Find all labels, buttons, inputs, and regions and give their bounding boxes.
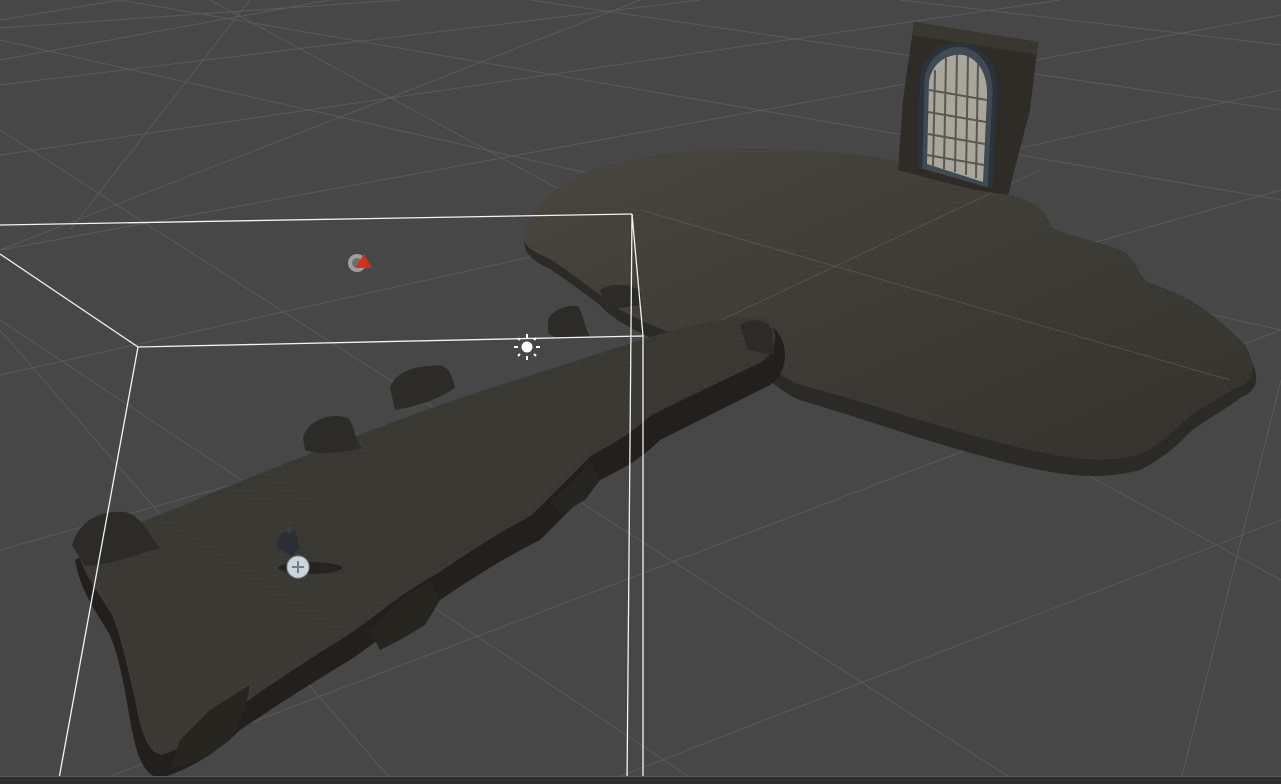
scene-canvas[interactable] [0,0,1281,784]
camera-gizmo-icon[interactable] [348,254,372,272]
viewport-bottom-border [0,776,1281,784]
stone-walkway[interactable] [72,284,785,778]
portcullis-doorway[interactable] [898,22,1038,195]
scene-viewport[interactable] [0,0,1281,784]
